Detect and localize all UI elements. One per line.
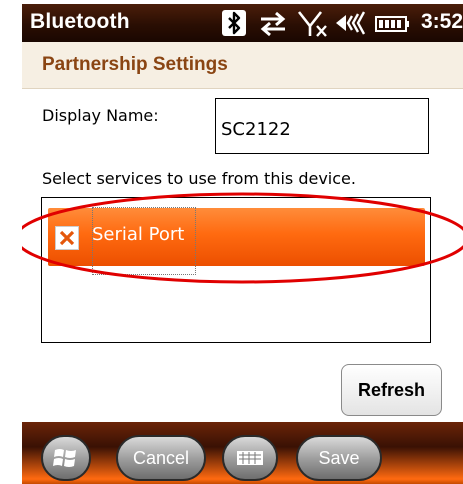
- keyboard-button[interactable]: [222, 435, 278, 481]
- windows-logo-icon: [53, 449, 76, 467]
- display-name-value: SC2122: [221, 119, 291, 140]
- keyboard-icon: [237, 451, 263, 465]
- display-name-label: Display Name:: [42, 106, 159, 125]
- battery-icon: [375, 16, 409, 32]
- refresh-button[interactable]: Refresh: [341, 364, 442, 416]
- display-name-input[interactable]: SC2122: [215, 98, 429, 154]
- app-title: Bluetooth: [30, 10, 130, 33]
- cancel-button[interactable]: Cancel: [116, 435, 206, 481]
- title-bar: Bluetooth 3:52: [22, 4, 463, 42]
- start-button[interactable]: [41, 435, 91, 481]
- bottom-bar: Cancel Save: [22, 422, 463, 484]
- clock: 3:52: [420, 10, 463, 33]
- volume-icon: [336, 11, 366, 35]
- page-header: Partnership Settings: [22, 42, 463, 89]
- no-signal-icon: [297, 11, 327, 37]
- device-screen: Bluetooth 3:52 Partnership Settings Disp…: [22, 4, 463, 484]
- sync-arrows-icon: [260, 11, 286, 37]
- highlight-annotation-ring: [22, 192, 463, 284]
- page-title: Partnership Settings: [42, 54, 228, 75]
- bluetooth-icon: [222, 10, 246, 36]
- save-button[interactable]: Save: [296, 435, 382, 481]
